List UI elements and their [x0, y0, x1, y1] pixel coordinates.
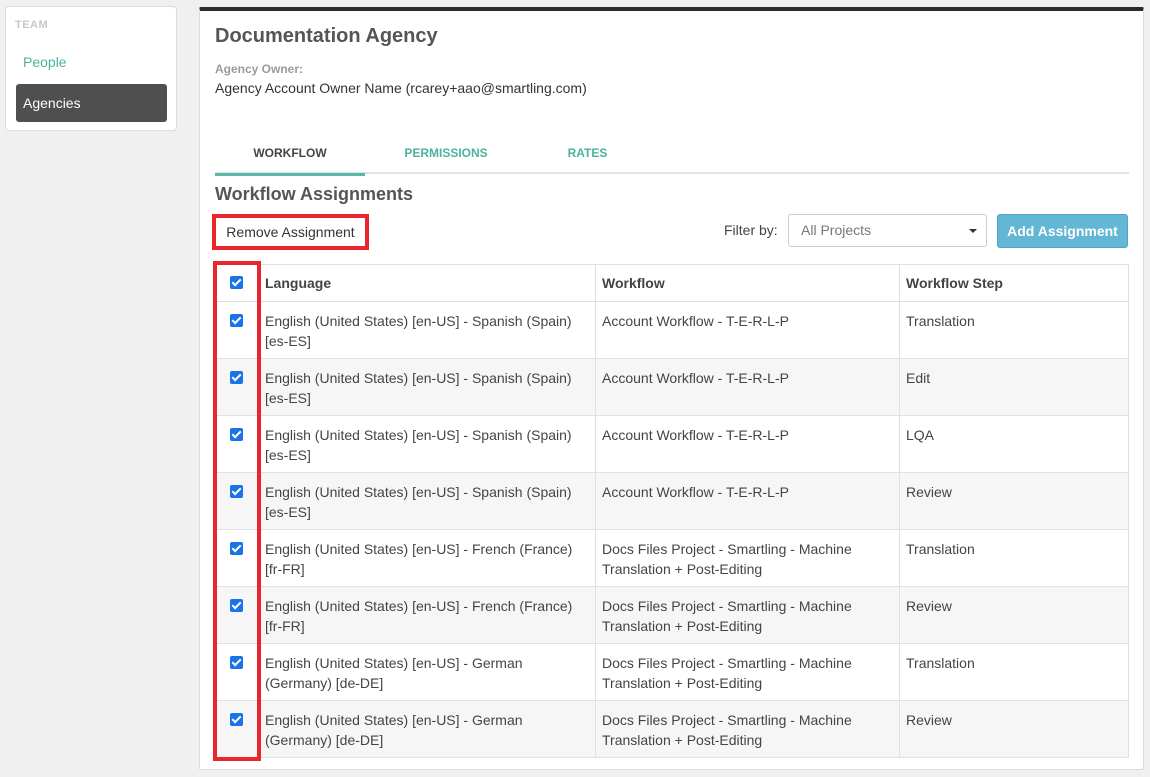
sidebar-item-agencies[interactable]: Agencies — [16, 84, 167, 122]
table-row[interactable]: English (United States) [en-US] - German… — [214, 643, 1129, 701]
project-filter-value: All Projects — [801, 222, 872, 238]
tab-bar: WORKFLOW PERMISSIONS RATES — [215, 139, 1129, 176]
language-cell: English (United States) [en-US] - French… — [258, 586, 596, 644]
workflow-step-cell: Review — [899, 472, 1129, 530]
agency-owner-label: Agency Owner: — [215, 62, 304, 76]
language-cell: English (United States) [en-US] - Spanis… — [258, 301, 596, 359]
section-title: Workflow Assignments — [215, 184, 414, 204]
table-row[interactable]: English (United States) [en-US] - Spanis… — [214, 358, 1129, 416]
row-checkbox[interactable] — [230, 371, 243, 384]
workflow-step-cell: Translation — [899, 643, 1129, 701]
workflow-cell: Account Workflow - T-E-R-L-P — [595, 472, 900, 530]
row-checkbox[interactable] — [230, 428, 243, 441]
tab-permissions[interactable]: PERMISSIONS — [375, 139, 517, 174]
column-header-language[interactable]: Language — [258, 264, 596, 302]
row-checkbox[interactable] — [230, 542, 243, 555]
row-select-cell — [214, 358, 259, 416]
workflow-step-cell: Translation — [899, 529, 1129, 587]
caret-down-icon — [969, 229, 977, 233]
language-cell: English (United States) [en-US] - Spanis… — [258, 472, 596, 530]
row-select-cell — [214, 472, 259, 530]
add-assignment-button[interactable]: Add Assignment — [997, 214, 1128, 248]
agency-owner-value: Agency Account Owner Name (rcarey+aao@sm… — [215, 80, 587, 96]
table-row[interactable]: English (United States) [en-US] - Spanis… — [214, 301, 1129, 359]
page-title: Documentation Agency — [215, 25, 438, 47]
tab-rates[interactable]: RATES — [525, 139, 650, 174]
row-select-cell — [214, 586, 259, 644]
table-row[interactable]: English (United States) [en-US] - Spanis… — [214, 415, 1129, 473]
column-header-workflow[interactable]: Workflow — [595, 264, 900, 302]
row-checkbox[interactable] — [230, 656, 243, 669]
workflow-cell: Account Workflow - T-E-R-L-P — [595, 358, 900, 416]
assignments-table: Language Workflow Workflow Step English … — [214, 264, 1129, 758]
table-header-row: Language Workflow Workflow Step — [214, 264, 1129, 302]
row-select-cell — [214, 529, 259, 587]
row-checkbox[interactable] — [230, 485, 243, 498]
workflow-cell: Docs Files Project - Smartling - Machine… — [595, 700, 900, 758]
select-all-cell — [214, 264, 259, 302]
row-checkbox[interactable] — [230, 713, 243, 726]
column-header-workflow-step[interactable]: Workflow Step — [899, 264, 1129, 302]
language-cell: English (United States) [en-US] - Spanis… — [258, 415, 596, 473]
sidebar-section-label: TEAM — [15, 19, 49, 31]
tab-workflow[interactable]: WORKFLOW — [215, 139, 365, 176]
workflow-step-cell: Edit — [899, 358, 1129, 416]
language-cell: English (United States) [en-US] - French… — [258, 529, 596, 587]
table-row[interactable]: English (United States) [en-US] - French… — [214, 586, 1129, 644]
table-row[interactable]: English (United States) [en-US] - German… — [214, 700, 1129, 758]
select-all-checkbox[interactable] — [230, 276, 243, 289]
workflow-step-cell: Translation — [899, 301, 1129, 359]
workflow-cell: Docs Files Project - Smartling - Machine… — [595, 586, 900, 644]
workflow-step-cell: Review — [899, 700, 1129, 758]
sidebar: TEAM People Agencies — [5, 6, 177, 131]
workflow-cell: Docs Files Project - Smartling - Machine… — [595, 529, 900, 587]
workflow-cell: Account Workflow - T-E-R-L-P — [595, 301, 900, 359]
project-filter-select[interactable]: All Projects — [788, 214, 987, 247]
row-select-cell — [214, 301, 259, 359]
language-cell: English (United States) [en-US] - German… — [258, 700, 596, 758]
row-checkbox[interactable] — [230, 599, 243, 612]
workflow-cell: Account Workflow - T-E-R-L-P — [595, 415, 900, 473]
filter-label: Filter by: — [724, 222, 778, 238]
remove-assignment-button[interactable]: Remove Assignment — [212, 214, 369, 250]
sidebar-item-people[interactable]: People — [16, 43, 167, 81]
row-select-cell — [214, 700, 259, 758]
row-select-cell — [214, 415, 259, 473]
table-row[interactable]: English (United States) [en-US] - Spanis… — [214, 472, 1129, 530]
main-panel: Documentation Agency Agency Owner: Agenc… — [199, 7, 1144, 770]
workflow-cell: Docs Files Project - Smartling - Machine… — [595, 643, 900, 701]
row-checkbox[interactable] — [230, 314, 243, 327]
workflow-step-cell: LQA — [899, 415, 1129, 473]
table-row[interactable]: English (United States) [en-US] - French… — [214, 529, 1129, 587]
language-cell: English (United States) [en-US] - German… — [258, 643, 596, 701]
row-select-cell — [214, 643, 259, 701]
workflow-step-cell: Review — [899, 586, 1129, 644]
language-cell: English (United States) [en-US] - Spanis… — [258, 358, 596, 416]
